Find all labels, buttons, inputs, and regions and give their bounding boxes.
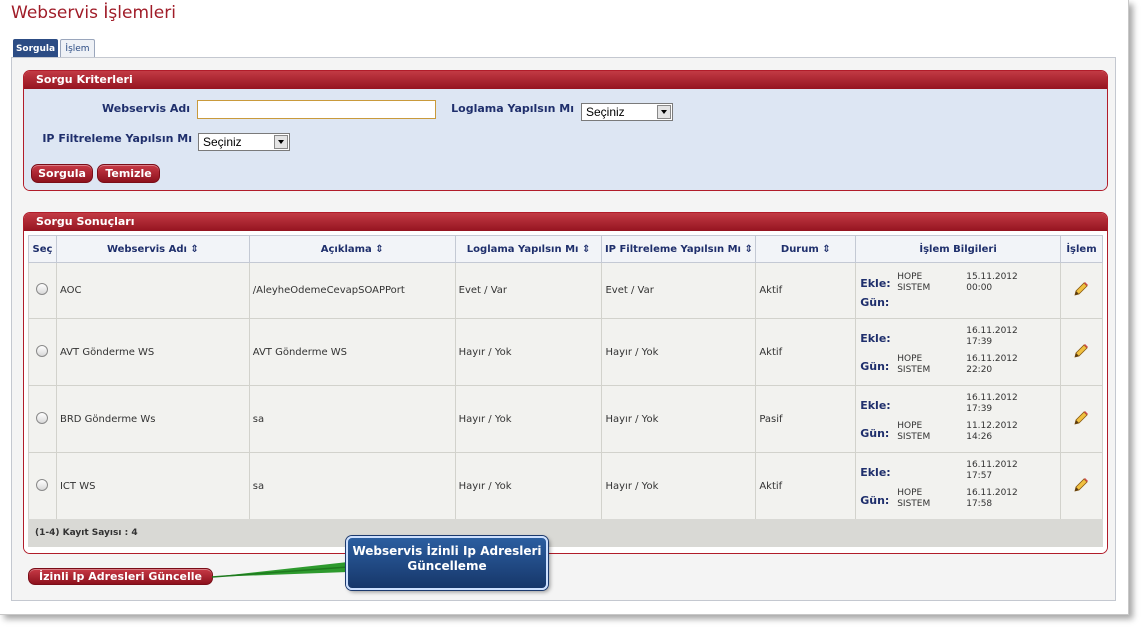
gun-label: Gün:: [860, 427, 890, 440]
gun-user: HOPE SISTEM: [897, 354, 931, 375]
cell-loglama: Hayır / Yok: [454, 385, 603, 453]
row-select-radio[interactable]: [35, 411, 48, 424]
cell-islem-bilgileri: Ekle: HOPE SISTEM 15.11.2012 00:00 Gün:: [855, 262, 1061, 319]
cell-ip: Hayır / Yok: [601, 385, 757, 453]
ekle-date: 16.11.2012 17:57: [966, 460, 1018, 481]
cell-ip: Evet / Var: [601, 262, 757, 319]
pencil-icon[interactable]: [1073, 477, 1089, 493]
row-select-radio[interactable]: [35, 344, 48, 357]
temizle-button[interactable]: Temizle: [97, 164, 160, 183]
cell-aciklama: sa: [248, 385, 456, 453]
ip-filtreleme-select-value: Seçiniz: [203, 135, 242, 149]
ekle-label: Ekle:: [860, 332, 891, 345]
cell-name: ICT WS: [55, 452, 250, 520]
col-islem: İşlem: [1059, 235, 1104, 263]
row-select-radio[interactable]: [35, 283, 48, 295]
page-title: Webservis İşlemleri: [11, 3, 176, 23]
tab-sorgula[interactable]: Sorgula: [13, 39, 58, 58]
col-loglama[interactable]: Loglama Yapılsın Mı ⇕: [454, 235, 603, 263]
ekle-date: 16.11.2012 17:39: [966, 393, 1018, 414]
gun-date: 16.11.2012 22:20: [966, 354, 1018, 375]
col-durum[interactable]: Durum ⇕: [755, 235, 857, 263]
cell-name: AOC: [55, 262, 250, 319]
cell-loglama: Hayır / Yok: [454, 318, 603, 386]
webservis-adi-label: Webservis Adı: [102, 102, 190, 115]
cell-durum: Aktif: [755, 262, 857, 319]
cell-ip: Hayır / Yok: [601, 318, 757, 386]
table-row: AVT Gönderme WS AVT Gönderme WS Hayır / …: [28, 318, 1104, 386]
gun-label: Gün:: [860, 494, 890, 507]
record-count: (1-4) Kayıt Sayısı : 4: [28, 519, 1103, 547]
table-row: ICT WS sa Hayır / Yok Hayır / Yok Aktif …: [28, 452, 1104, 520]
gun-label: Gün:: [860, 360, 890, 373]
sorgula-button[interactable]: Sorgula: [31, 164, 93, 183]
row-select-radio[interactable]: [35, 478, 48, 491]
webservis-adi-input[interactable]: [197, 100, 436, 119]
cell-ip: Hayır / Yok: [601, 452, 757, 520]
results-table: Seç Webservis Adı ⇕ Açıklama ⇕ Loglama Y…: [28, 235, 1104, 520]
ekle-date: 16.11.2012 17:39: [966, 326, 1018, 347]
pencil-icon[interactable]: [1073, 410, 1089, 426]
chevron-down-icon[interactable]: [274, 135, 288, 149]
table-header: Seç Webservis Adı ⇕ Açıklama ⇕ Loglama Y…: [28, 235, 1104, 263]
gun-label: Gün:: [860, 295, 890, 309]
cell-aciklama: sa: [248, 452, 456, 520]
ip-filtreleme-label: IP Filtreleme Yapılsın Mı: [42, 132, 192, 145]
col-webservis-adi[interactable]: Webservis Adı ⇕: [55, 235, 250, 263]
pencil-icon[interactable]: [1073, 343, 1089, 359]
loglama-label: Loglama Yapılsın Mı: [451, 102, 574, 115]
cell-islem-bilgileri: Ekle: 16.11.2012 17:39 Gün: HOPE SISTEM …: [855, 385, 1061, 453]
ekle-label: Ekle:: [860, 466, 891, 479]
table-row: AOC /AleyheOdemeCevapSOAPPort Evet / Var…: [28, 262, 1104, 319]
cell-aciklama: AVT Gönderme WS: [248, 318, 456, 386]
ekle-label: Ekle:: [860, 399, 891, 412]
cell-durum: Pasif: [755, 385, 857, 453]
loglama-select[interactable]: Seçiniz: [581, 103, 673, 121]
criteria-panel: Sorgu Kriterleri Webservis Adı Loglama Y…: [23, 70, 1108, 191]
callout-connector: [211, 562, 349, 578]
cell-loglama: Evet / Var: [454, 262, 603, 319]
table-row: BRD Gönderme Ws sa Hayır / Yok Hayır / Y…: [28, 385, 1104, 453]
cell-islem-bilgileri: Ekle: 16.11.2012 17:57 Gün: HOPE SISTEM …: [855, 452, 1061, 520]
ip-filtreleme-select[interactable]: Seçiniz: [198, 133, 290, 151]
cell-islem-bilgileri: Ekle: 16.11.2012 17:39 Gün: HOPE SISTEM …: [855, 318, 1061, 386]
cell-durum: Aktif: [755, 452, 857, 520]
chevron-down-icon[interactable]: [657, 105, 671, 119]
callout-line1: Webservis İzinli Ip Adresleri: [352, 544, 542, 558]
criteria-panel-title: Sorgu Kriterleri: [24, 71, 1107, 89]
izinli-ip-guncelle-button[interactable]: İzinli Ip Adresleri Güncelle: [28, 568, 213, 585]
app-window: Webservis İşlemleri Sorgula İşlem Sorgu …: [0, 0, 1129, 615]
col-ip-filtreleme[interactable]: IP Filtreleme Yapılsın Mı ⇕: [601, 235, 757, 263]
gun-date: 11.12.2012 14:26: [966, 421, 1018, 442]
col-sec: Seç: [28, 235, 57, 263]
col-aciklama[interactable]: Açıklama ⇕: [248, 235, 456, 263]
callout-line2: Güncelleme: [407, 559, 487, 573]
gun-date: 16.11.2012 17:58: [966, 488, 1018, 509]
pencil-icon[interactable]: [1073, 281, 1089, 297]
cell-durum: Aktif: [755, 318, 857, 386]
results-panel-title: Sorgu Sonuçları: [24, 213, 1107, 231]
ekle-label: Ekle:: [860, 276, 891, 290]
col-islem-bilgileri: İşlem Bilgileri: [855, 235, 1061, 263]
callout-box: Webservis İzinli Ip Adresleri Güncelleme: [346, 536, 548, 590]
cell-name: BRD Gönderme Ws: [55, 385, 250, 453]
tab-content: Sorgu Kriterleri Webservis Adı Loglama Y…: [11, 57, 1116, 601]
loglama-select-value: Seçiniz: [586, 105, 625, 119]
gun-user: HOPE SISTEM: [897, 421, 931, 442]
results-panel: Sorgu Sonuçları Seç Webservis Adı ⇕ Açık…: [23, 212, 1108, 554]
cell-loglama: Hayır / Yok: [454, 452, 603, 520]
cell-aciklama: /AleyheOdemeCevapSOAPPort: [248, 262, 456, 319]
gun-user: HOPE SISTEM: [897, 488, 931, 509]
cell-name: AVT Gönderme WS: [55, 318, 250, 386]
tab-islem[interactable]: İşlem: [60, 39, 95, 58]
